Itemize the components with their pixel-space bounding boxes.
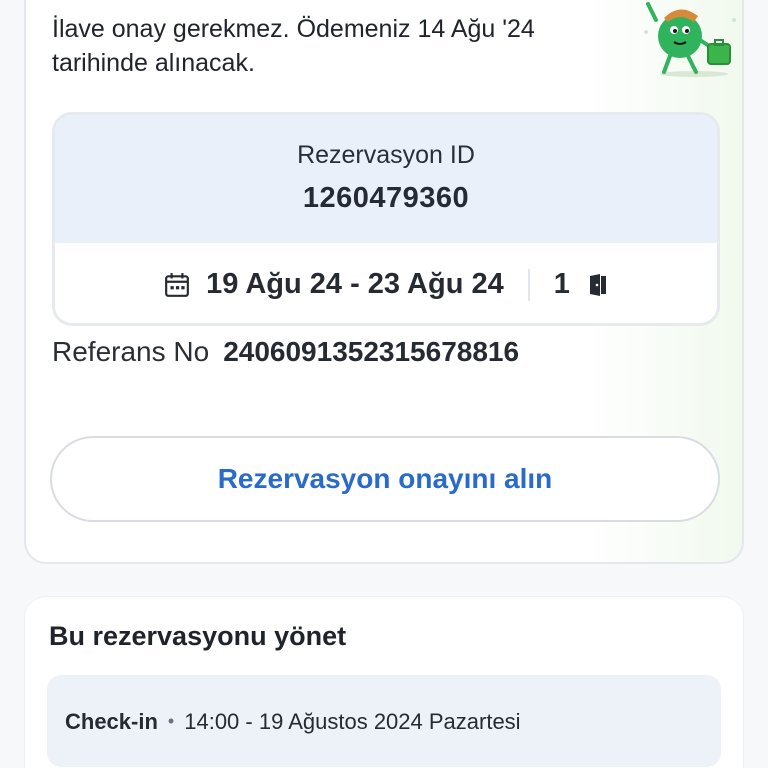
calendar-icon bbox=[165, 272, 190, 297]
door-icon bbox=[589, 273, 606, 296]
payment-notice-line2: tarihinde alınacak. bbox=[52, 49, 255, 77]
booking-status-card: İlave onay gerekmez. Ödemeniz 14 Ağu '24… bbox=[24, 0, 744, 564]
bullet-separator: • bbox=[167, 711, 175, 731]
get-confirmation-button[interactable]: Rezervasyon onayını alın bbox=[50, 436, 720, 522]
stay-dates: 19 Ağu 24 - 23 Ağu 24 bbox=[206, 268, 504, 300]
reference-label: Referans No bbox=[52, 336, 210, 367]
reservation-id-label: Rezervasyon ID bbox=[297, 141, 475, 169]
reservation-id-value: 1260479360 bbox=[302, 182, 470, 214]
details-divider bbox=[527, 268, 530, 301]
reservation-id-header: Rezervasyon ID 1260479360 bbox=[55, 115, 717, 243]
mascot-illustration bbox=[644, 2, 736, 77]
manage-booking-title: Bu rezervasyonu yönet bbox=[49, 621, 347, 651]
payment-notice-line1: İlave onay gerekmez. Ödemeniz 14 Ağu '24 bbox=[52, 15, 535, 43]
room-count: 1 bbox=[553, 268, 570, 300]
reservation-details-row: 19 Ağu 24 - 23 Ağu 24 1 bbox=[55, 243, 717, 323]
reference-value: 2406091352315678816 bbox=[223, 336, 520, 367]
checkin-info-row[interactable]: Check-in • 14:00 - 19 Ağustos 2024 Pazar… bbox=[47, 675, 721, 767]
reservation-summary: Rezervasyon ID 1260479360 19 Ağu 24 - 23… bbox=[52, 112, 720, 326]
checkin-label: Check-in bbox=[65, 709, 158, 734]
payment-notice: İlave onay gerekmez. Ödemeniz 14 Ağu '24… bbox=[52, 12, 612, 80]
checkin-value: 14:00 - 19 Ağustos 2024 Pazartesi bbox=[184, 709, 521, 734]
manage-booking-card: Bu rezervasyonu yönet Check-in • 14:00 -… bbox=[24, 596, 744, 768]
reference-number-row: Referans No 2406091352315678816 bbox=[52, 336, 519, 368]
